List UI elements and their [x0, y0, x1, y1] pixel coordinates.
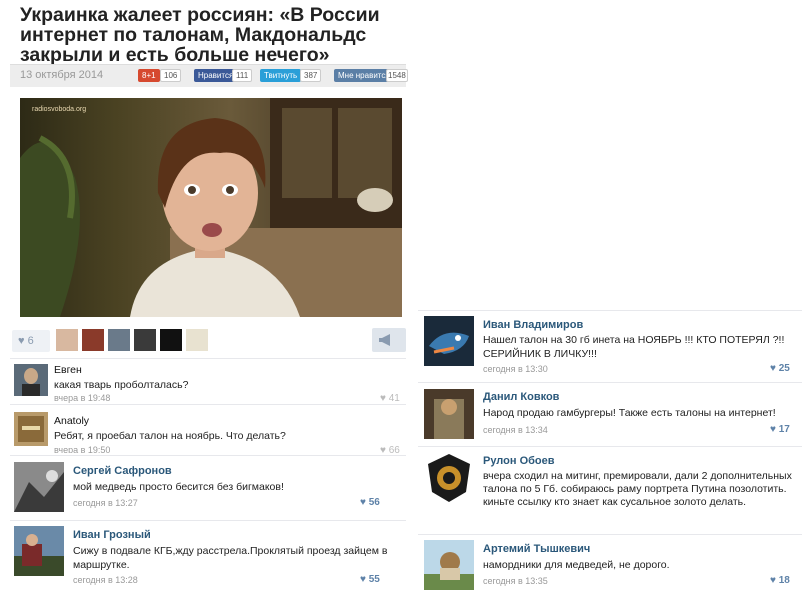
facebook-count: 111	[232, 69, 253, 82]
divider	[418, 534, 802, 535]
comment-text: Нашел талон на 30 гб инета на НОЯБРЬ !!!…	[483, 334, 785, 360]
watermark: radiosvoboda.org	[32, 106, 87, 113]
comment-author[interactable]: Рулон Обоев	[483, 455, 555, 467]
comment-text: Народ продаю гамбургеры! Также есть тало…	[483, 407, 776, 419]
avatar[interactable]	[14, 526, 64, 576]
share-button[interactable]	[372, 328, 406, 352]
comment-time[interactable]: сегодня в 13:27	[73, 498, 138, 508]
avatar[interactable]	[14, 462, 64, 512]
heart-icon: ♥	[380, 445, 389, 453]
divider	[10, 404, 406, 405]
divider	[10, 358, 406, 359]
comment-author[interactable]: Евген	[54, 364, 82, 376]
heart-icon: ♥	[360, 497, 369, 508]
woman-photo	[20, 98, 402, 317]
gplus-button[interactable]: 8+1	[138, 69, 160, 82]
avatar[interactable]	[424, 540, 474, 590]
comment-likes[interactable]: ♥ 56	[360, 497, 380, 508]
comment-text: намордники для медведей, не дорого.	[483, 559, 670, 571]
liker-avatar[interactable]	[160, 329, 182, 351]
divider	[10, 520, 406, 521]
comment-text: какая тварь проболталась?	[54, 379, 189, 391]
facebook-like-button[interactable]: Нравится	[194, 69, 238, 82]
liker-avatar[interactable]	[56, 329, 78, 351]
article-photo: radiosvoboda.org	[20, 98, 402, 317]
comment-likes[interactable]: ♥ 18	[770, 575, 790, 586]
liker-avatar[interactable]	[134, 329, 156, 351]
divider	[10, 455, 406, 456]
tweet-count: 387	[300, 69, 322, 82]
comment: Anatoly Ребят, я проебал талон на ноябрь…	[14, 412, 406, 453]
heart-icon: ♥	[770, 424, 779, 435]
avatar[interactable]	[424, 452, 474, 504]
comment-time[interactable]: вчера в 19:50	[54, 445, 110, 453]
comment-author[interactable]: Иван Грозный	[73, 529, 151, 541]
comment-time[interactable]: сегодня в 13:35	[483, 576, 548, 586]
comment-text: мой медведь просто бесится без бигмаков!	[73, 481, 284, 493]
comment-text: Ребят, я проебал талон на ноябрь. Что де…	[54, 430, 286, 442]
comment-time[interactable]: сегодня в 13:30	[483, 364, 548, 374]
liker-avatar[interactable]	[82, 329, 104, 351]
like-button[interactable]: ♥ 6	[12, 330, 50, 352]
like-count: 6	[27, 335, 34, 347]
comment-author[interactable]: Anatoly	[54, 415, 89, 427]
heart-icon: ♥	[18, 335, 25, 347]
comment-text: Сижу в подвале КГБ,жду расстрела.Проклят…	[73, 545, 388, 571]
heart-icon: ♥	[380, 393, 389, 404]
comment-likes[interactable]: ♥ 41	[380, 393, 400, 404]
gplus-count: 106	[160, 69, 182, 82]
liker-avatar[interactable]	[186, 329, 208, 351]
heart-icon: ♥	[770, 575, 779, 586]
avatar[interactable]	[14, 364, 48, 396]
comment-author[interactable]: Сергей Сафронов	[73, 465, 172, 477]
avatar[interactable]	[424, 389, 474, 439]
liker-avatar[interactable]	[108, 329, 130, 351]
article-headline: Украинка жалеет россиян: «В России интер…	[20, 4, 380, 66]
comment-author[interactable]: Артемий Тышкевич	[483, 543, 590, 555]
divider	[418, 310, 802, 311]
share-bar: 13 октября 2014 8+1 106 Нравится 111 Тви…	[10, 64, 408, 87]
comment-likes[interactable]: ♥ 55	[360, 574, 380, 585]
megaphone-icon	[379, 334, 390, 346]
article-date: 13 октября 2014	[20, 69, 104, 81]
vk-like-button[interactable]: Мне нравится	[334, 69, 394, 82]
comment-likes[interactable]: ♥ 17	[770, 424, 790, 435]
heart-icon: ♥	[770, 363, 779, 374]
comment-likes[interactable]: ♥ 25	[770, 363, 790, 374]
comment-author[interactable]: Данил Ковков	[483, 391, 559, 403]
comment-time[interactable]: сегодня в 13:28	[73, 575, 138, 585]
avatar[interactable]	[424, 316, 474, 366]
tweet-button[interactable]: Твитнуть	[260, 69, 302, 82]
comment-likes[interactable]: ♥ 66	[380, 445, 400, 453]
like-bar: ♥ 6	[10, 327, 406, 353]
avatar[interactable]	[14, 412, 48, 446]
comment-text: вчера сходил на митинг, премировали, дал…	[483, 470, 792, 508]
comment-author[interactable]: Иван Владимиров	[483, 319, 583, 331]
divider	[418, 382, 802, 383]
vk-count: 1548	[386, 69, 408, 82]
comment-time[interactable]: вчера в 19:48	[54, 393, 110, 403]
comment: Рулон Обоев вчера сходил на митинг, прем…	[424, 452, 804, 528]
comment-time[interactable]: сегодня в 13:34	[483, 425, 548, 435]
heart-icon: ♥	[360, 574, 369, 585]
divider	[418, 446, 802, 447]
